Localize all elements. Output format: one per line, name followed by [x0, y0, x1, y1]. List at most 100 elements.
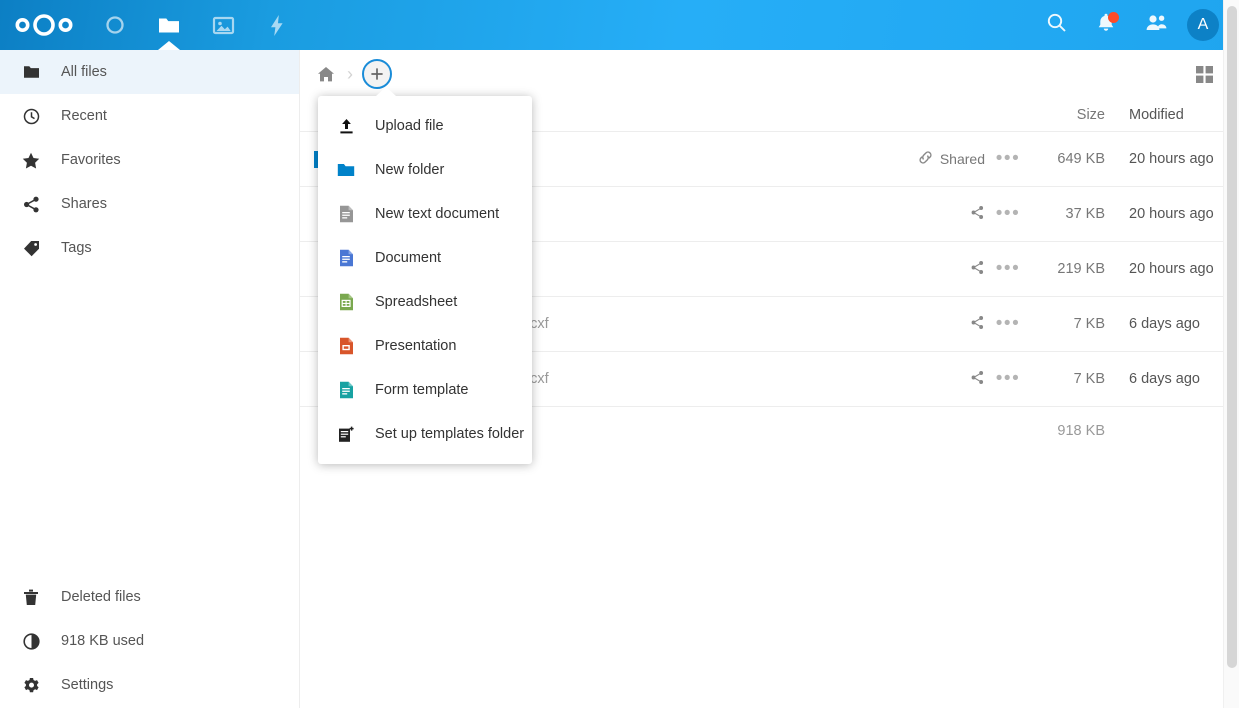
spreadsheet-icon	[336, 292, 356, 312]
home-icon[interactable]	[312, 60, 340, 88]
star-icon	[22, 151, 40, 169]
app-navigation	[88, 0, 304, 50]
row-actions-button[interactable]: •••	[985, 314, 1031, 333]
share-action[interactable]	[865, 370, 985, 389]
search-icon	[1046, 12, 1067, 38]
menu-arrow	[376, 87, 396, 96]
shared-indicator[interactable]: Shared	[865, 150, 985, 169]
nav-dashboard[interactable]	[88, 0, 142, 50]
sidebar-label: Recent	[61, 108, 107, 124]
search-button[interactable]	[1031, 0, 1081, 50]
file-size: 649 KB	[1057, 151, 1105, 167]
more-icon: •••	[995, 148, 1021, 169]
circle-icon	[104, 14, 126, 36]
share-action[interactable]	[865, 205, 985, 224]
file-modified: 6 days ago	[1129, 371, 1200, 387]
menu-item-label: Spreadsheet	[375, 294, 458, 310]
form-template-icon	[336, 380, 356, 400]
row-actions-button[interactable]: •••	[985, 148, 1031, 169]
nextcloud-files-app: A All files Recent Favorites Shares Tags…	[0, 0, 1239, 708]
sidebar-label: Deleted files	[61, 589, 141, 605]
grid-view-toggle[interactable]	[1191, 61, 1217, 87]
nav-files[interactable]	[142, 0, 196, 50]
menu-item-spreadsheet[interactable]: Spreadsheet	[318, 280, 532, 324]
sidebar-label: Settings	[61, 677, 114, 693]
nav-photos[interactable]	[196, 0, 250, 50]
share-action[interactable]	[865, 315, 985, 334]
shared-label: Shared	[939, 151, 985, 167]
summary-size: 918 KB	[1057, 423, 1105, 439]
image-icon	[212, 15, 235, 36]
menu-item-form-template[interactable]: Form template	[318, 368, 532, 412]
file-size: 7 KB	[1073, 371, 1105, 387]
sidebar-item-tags[interactable]: Tags	[0, 226, 299, 270]
menu-item-document[interactable]: Document	[318, 236, 532, 280]
menu-item-label: Set up templates folder	[375, 426, 525, 442]
sidebar-item-favorites[interactable]: Favorites	[0, 138, 299, 182]
contacts-button[interactable]	[1131, 0, 1181, 50]
breadcrumb-separator: ›	[347, 63, 353, 84]
sidebar-label: Tags	[61, 240, 92, 256]
sidebar-item-deleted-files[interactable]: Deleted files	[0, 575, 299, 619]
menu-item-label: Upload file	[375, 118, 444, 134]
sidebar-item-recent[interactable]: Recent	[0, 94, 299, 138]
share-action[interactable]	[865, 260, 985, 279]
active-indicator	[158, 41, 180, 50]
sidebar-item-shares[interactable]: Shares	[0, 182, 299, 226]
file-size: 37 KB	[1065, 206, 1106, 222]
menu-item-new-folder[interactable]: New folder	[318, 148, 532, 192]
page-scrollbar[interactable]	[1223, 0, 1239, 708]
menu-item-label: New text document	[375, 206, 500, 222]
menu-item-label: New folder	[375, 162, 445, 178]
link-icon	[918, 150, 933, 169]
trash-icon	[22, 588, 40, 606]
sidebar-item-quota[interactable]: 918 KB used	[0, 619, 299, 663]
menu-item-upload-file[interactable]: Upload file	[318, 104, 532, 148]
scrollbar-thumb[interactable]	[1227, 6, 1237, 668]
sidebar-label: Shares	[61, 196, 107, 212]
folder-icon	[22, 63, 40, 81]
more-icon: •••	[995, 368, 1021, 389]
lightning-icon	[268, 14, 286, 37]
menu-item-label: Document	[375, 250, 442, 266]
nextcloud-logo[interactable]	[0, 0, 88, 50]
menu-item-new-text-document[interactable]: New text document	[318, 192, 532, 236]
column-header-size[interactable]: Size	[1031, 107, 1115, 123]
column-header-modified[interactable]: Modified	[1115, 107, 1239, 123]
more-icon: •••	[995, 203, 1021, 224]
app-header: A	[0, 0, 1239, 50]
text-document-icon	[336, 204, 356, 224]
file-size: 7 KB	[1073, 316, 1105, 332]
share-icon	[970, 205, 985, 224]
menu-item-set-up-templates-folder[interactable]: Set up templates folder	[318, 412, 532, 456]
new-file-menu: Upload file New folder New text document	[318, 87, 532, 464]
header-actions: A	[1031, 0, 1239, 50]
new-file-button[interactable]	[362, 59, 392, 89]
presentation-icon	[336, 336, 356, 356]
sidebar-item-settings[interactable]: Settings	[0, 663, 299, 707]
share-icon	[970, 370, 985, 389]
sidebar-label: All files	[61, 64, 107, 80]
row-actions-button[interactable]: •••	[985, 203, 1031, 224]
file-modified: 6 days ago	[1129, 316, 1200, 332]
row-actions-button[interactable]: •••	[985, 368, 1031, 389]
contacts-icon	[1145, 13, 1168, 38]
tag-icon	[22, 239, 40, 257]
file-size: 219 KB	[1057, 261, 1105, 277]
menu-item-presentation[interactable]: Presentation	[318, 324, 532, 368]
file-modified: 20 hours ago	[1129, 151, 1214, 167]
row-actions-button[interactable]: •••	[985, 259, 1031, 278]
user-avatar[interactable]: A	[1187, 9, 1219, 41]
notifications-button[interactable]	[1081, 0, 1131, 50]
pie-icon	[22, 632, 40, 650]
nav-activity[interactable]	[250, 0, 304, 50]
folder-icon	[157, 14, 181, 36]
share-icon	[22, 195, 40, 213]
gear-icon	[22, 676, 40, 694]
upload-icon	[336, 116, 356, 136]
file-modified: 20 hours ago	[1129, 206, 1214, 222]
share-icon	[970, 260, 985, 279]
document-icon	[336, 248, 356, 268]
sidebar-item-all-files[interactable]: All files	[0, 50, 299, 94]
sidebar: All files Recent Favorites Shares Tags D…	[0, 50, 300, 708]
